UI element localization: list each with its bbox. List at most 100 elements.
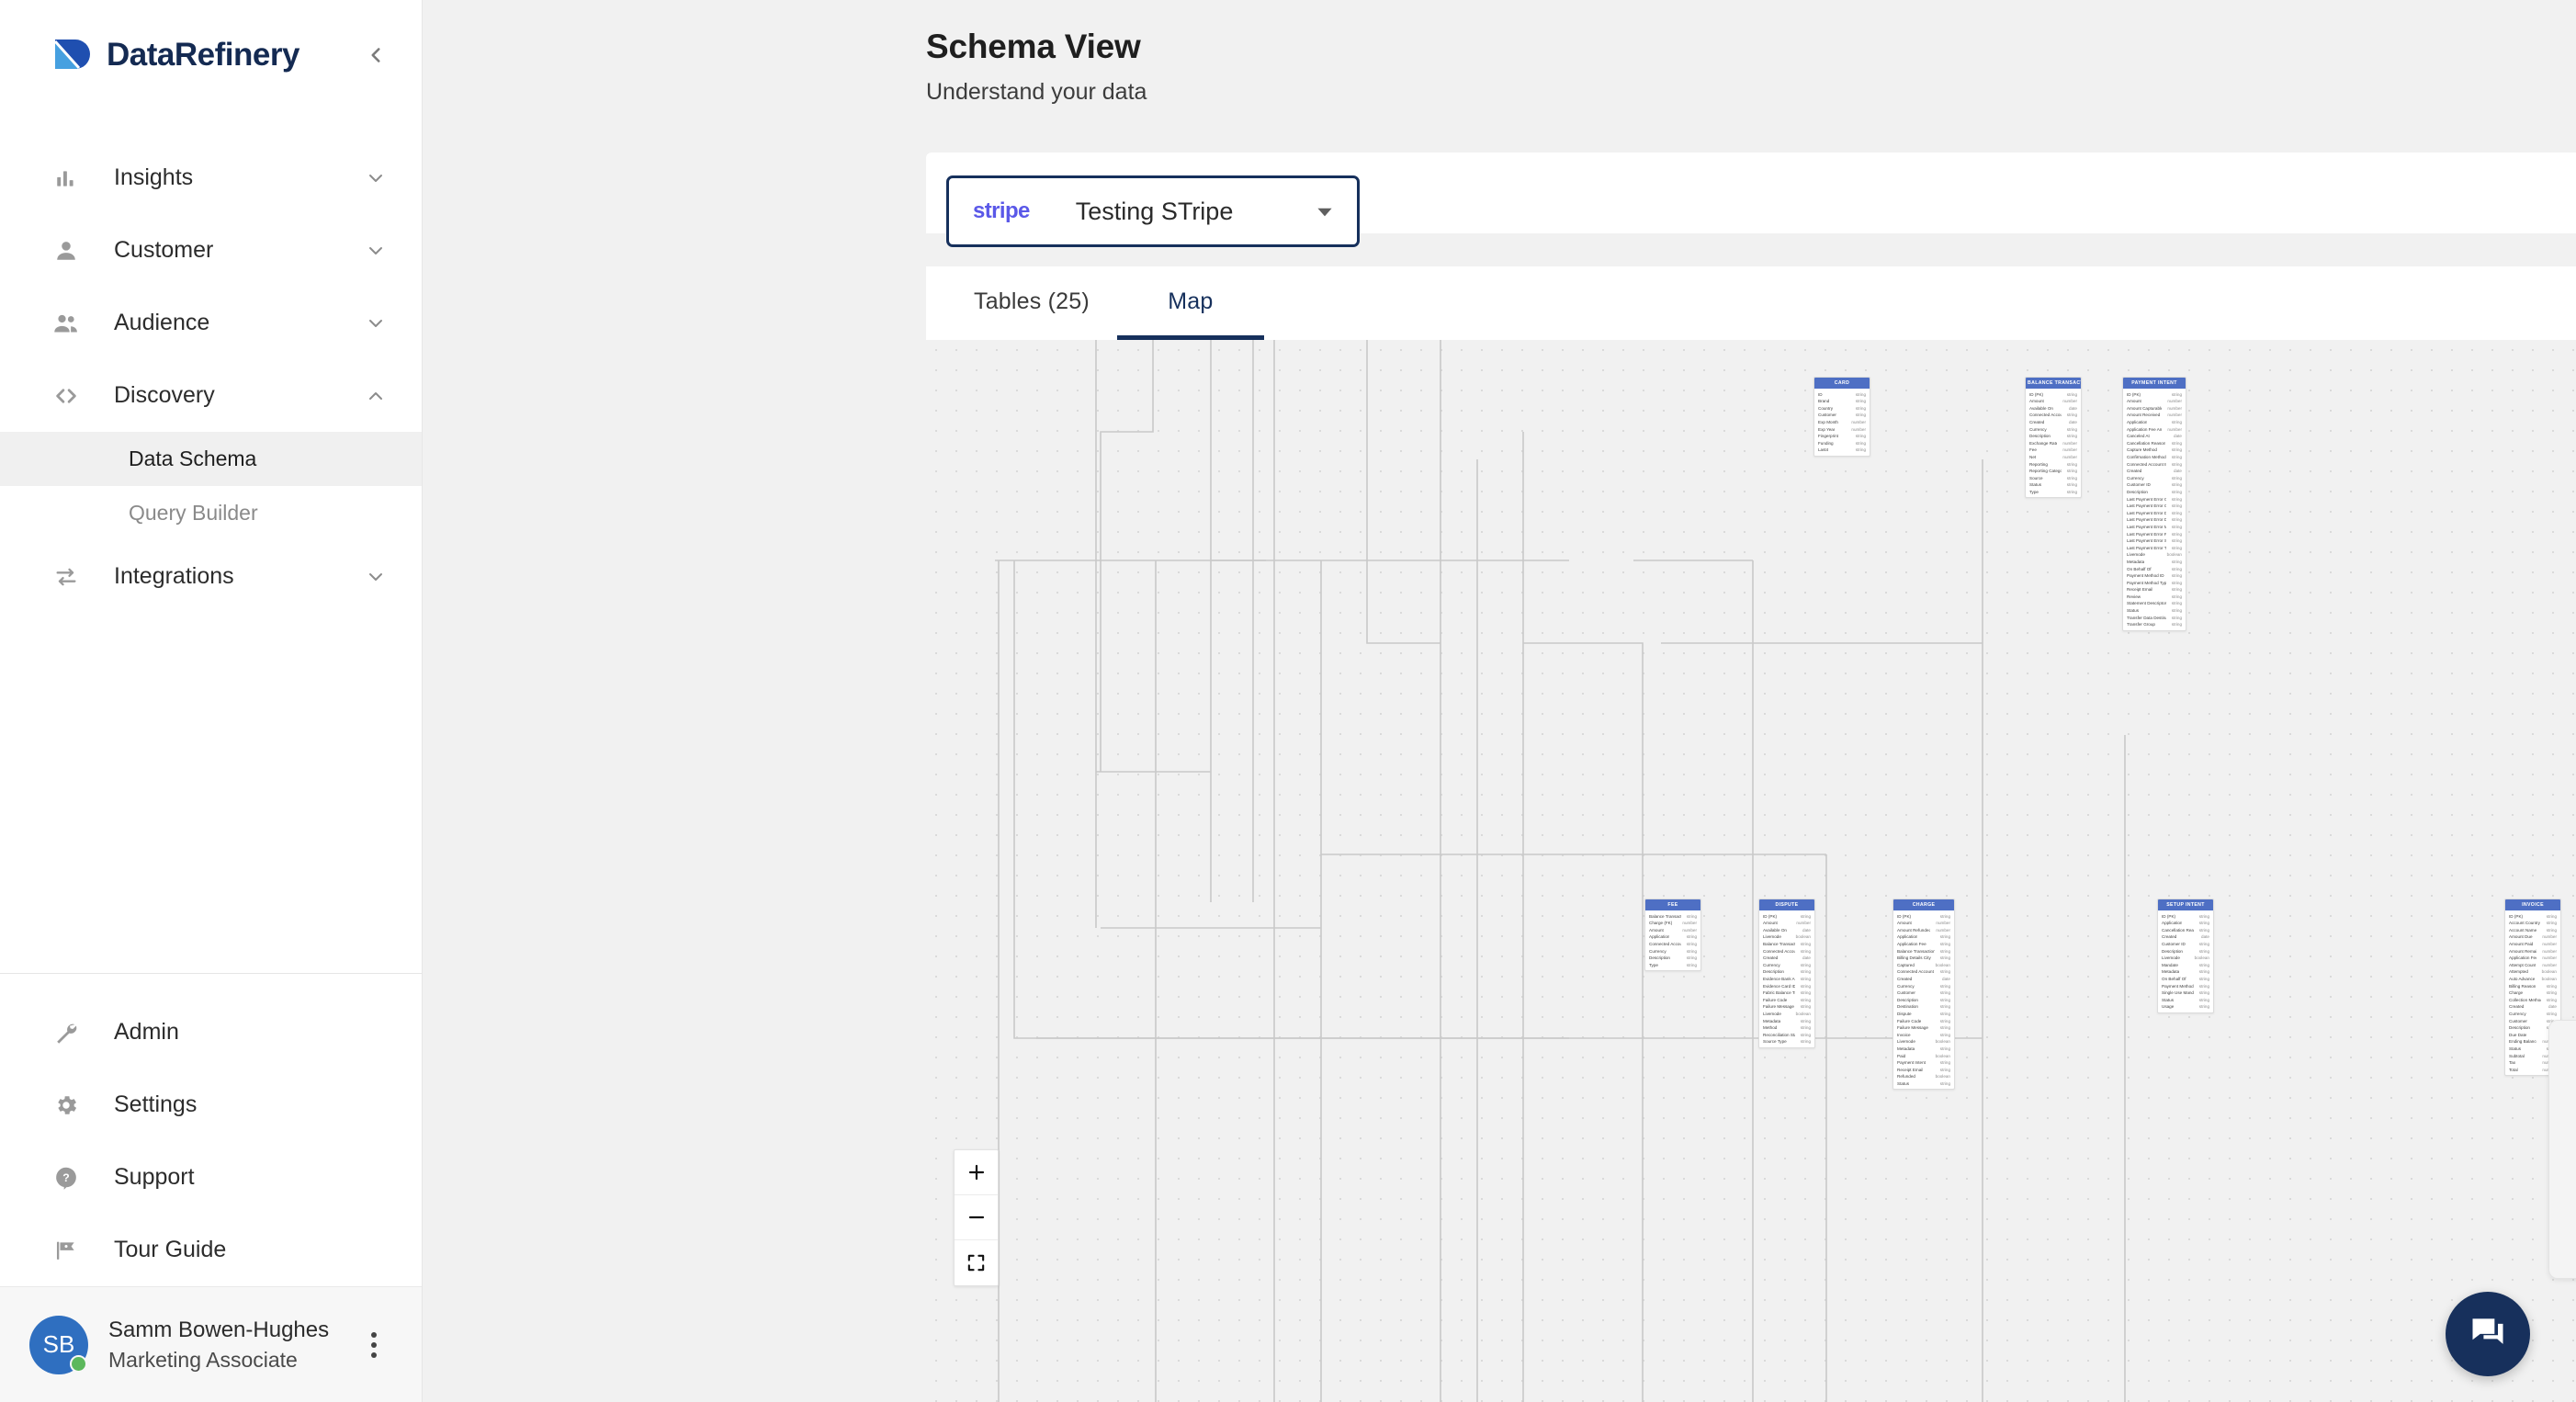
- sidebar-item-query-builder[interactable]: Query Builder: [0, 486, 422, 540]
- schema-field-type: string: [1800, 1032, 1811, 1037]
- sidebar-item-audience[interactable]: Audience: [0, 287, 422, 359]
- schema-field-name: Source Type: [1763, 1039, 1787, 1045]
- flag-icon: [48, 1232, 85, 1269]
- data-source-select[interactable]: stripe Testing STripe: [946, 175, 1360, 247]
- schema-field-type: string: [1800, 997, 1811, 1002]
- schema-field-row: Status string: [1893, 1080, 1954, 1088]
- sidebar-item-customer[interactable]: Customer: [0, 214, 422, 287]
- kebab-menu-icon[interactable]: [357, 1324, 390, 1366]
- schema-field-name: Last Payment Error Charge: [2127, 496, 2166, 502]
- schema-flow-canvas[interactable]: CUSTOMERIDstringBalancenumberAddress Cit…: [926, 340, 2576, 1402]
- zoom-out-button[interactable]: [955, 1195, 998, 1240]
- schema-field-type: number: [2062, 440, 2077, 446]
- user-profile-row[interactable]: SB Samm Bowen-Hughes Marketing Associate: [0, 1286, 422, 1402]
- schema-field-name: Created: [1763, 955, 1779, 961]
- fit-view-button[interactable]: [955, 1240, 998, 1285]
- schema-field-type: string: [1939, 1067, 1950, 1072]
- schema-field-row: Currency string: [1759, 962, 1814, 969]
- schema-field-row: Last Payment Error Doc URL string: [2123, 516, 2186, 524]
- sidebar-item-integrations[interactable]: Integrations: [0, 540, 422, 613]
- schema-field-name: Status: [1897, 1080, 1910, 1086]
- online-status-dot: [70, 1354, 87, 1373]
- schema-field-name: Net: [2029, 455, 2037, 460]
- schema-field-type: boolean: [1935, 1074, 1950, 1080]
- caret-down-icon[interactable]: [1313, 199, 1337, 223]
- schema-field-name: Amount Remaining: [2509, 948, 2536, 954]
- schema-field-type: string: [2171, 503, 2182, 509]
- schema-field-name: Type: [1649, 962, 1658, 967]
- sidebar-item-support[interactable]: ? Support: [0, 1141, 422, 1214]
- svg-text:?: ?: [62, 1170, 69, 1183]
- avatar-initials: SB: [42, 1330, 75, 1358]
- schema-field-row: Failure Code string: [1759, 997, 1814, 1004]
- chevron-down-icon[interactable]: [365, 312, 387, 334]
- chevron-down-icon[interactable]: [365, 167, 387, 189]
- schema-field-name: Billing Details City: [1897, 955, 1931, 961]
- flow-minimap[interactable]: [2548, 1020, 2576, 1279]
- chat-bubbles-icon: [2468, 1312, 2508, 1357]
- sidebar-item-admin[interactable]: Admin: [0, 996, 422, 1068]
- chevron-down-icon[interactable]: [365, 566, 387, 588]
- schema-field-name: Description: [1763, 969, 1784, 975]
- schema-field-row: Evidence Card ID string: [1759, 982, 1814, 989]
- zoom-in-button[interactable]: [955, 1150, 998, 1195]
- schema-field-name: Transfer Group: [2127, 622, 2155, 628]
- schema-field-type: date: [2174, 434, 2182, 439]
- schema-table-node[interactable]: CARD ID string Brand string Country string Cust…: [1813, 377, 1870, 457]
- schema-field-row: Created date: [1893, 976, 1954, 983]
- schema-field-type: number: [2167, 405, 2182, 411]
- schema-table-node[interactable]: FEEBalance Transaction ID (FK)stringChar…: [1644, 899, 1701, 972]
- schema-field-row: Captured boolean: [1893, 962, 1954, 969]
- schema-field-name: Status: [2162, 997, 2175, 1002]
- schema-field-name: Fingerprint: [1818, 434, 1838, 439]
- schema-field-list: ID string Brand string Country string Customer…: [1814, 389, 1870, 455]
- schema-field-type: boolean: [1935, 1039, 1950, 1045]
- schema-field-type: number: [2167, 426, 2182, 432]
- sidebar-item-settings[interactable]: Settings: [0, 1068, 422, 1141]
- schema-field-row: Country string: [1814, 405, 1870, 413]
- chevron-down-icon[interactable]: [365, 240, 387, 262]
- schema-table-node[interactable]: PAYMENT INTENT ID (PK) string Amount number A…: [2122, 377, 2186, 631]
- schema-table-node[interactable]: CHARGE ID (PK) string Amount number Amount Re…: [1892, 899, 1955, 1091]
- schema-field-row: Attempted boolean: [2505, 968, 2560, 976]
- sidebar-item-discovery[interactable]: Discovery: [0, 359, 422, 432]
- schema-field-name: Customer: [1818, 413, 1836, 418]
- sidebar-item-insights[interactable]: Insights: [0, 141, 422, 214]
- schema-table-title: FEE: [1645, 899, 1700, 911]
- schema-field-name: Paid: [1897, 1053, 1906, 1058]
- schema-table-node[interactable]: SETUP INTENT ID (PK) string Application stri…: [2157, 899, 2214, 1013]
- sidebar-item-tour-guide[interactable]: Tour Guide: [0, 1214, 422, 1286]
- schema-field-row: Charge (FK) number: [1645, 920, 1700, 927]
- schema-field-type: string: [2066, 461, 2077, 467]
- schema-field-type: string: [1855, 391, 1866, 397]
- sidebar-collapse-icon[interactable]: [357, 37, 394, 73]
- schema-table-node[interactable]: BALANCE TRANSACTIONID (PK) string Amount nu…: [2025, 377, 2082, 499]
- schema-table-node[interactable]: DISPUTE ID (PK) string Amount number Availabl…: [1758, 899, 1815, 1048]
- schema-field-type: boolean: [1795, 1011, 1811, 1016]
- schema-field-row: Balance Transaction ID (FK) string: [1645, 912, 1700, 920]
- sidebar-item-label: Audience: [114, 310, 210, 335]
- chevron-up-icon[interactable]: [365, 385, 387, 407]
- schema-field-name: On Behalf Of: [2127, 566, 2152, 571]
- schema-field-type: string: [2198, 927, 2209, 933]
- schema-field-type: string: [1939, 1080, 1950, 1086]
- chat-support-button[interactable]: [2446, 1292, 2530, 1376]
- schema-field-name: Charge (FK): [1649, 921, 1673, 926]
- schema-field-row: ID (PK) string: [1759, 912, 1814, 920]
- tab-tables[interactable]: Tables (25): [946, 268, 1117, 340]
- sidebar-item-data-schema[interactable]: Data Schema: [0, 432, 422, 486]
- schema-field-name: Refunded: [1897, 1074, 1915, 1080]
- tab-map[interactable]: Map: [1116, 268, 1264, 340]
- schema-field-name: Livemode: [2127, 552, 2145, 558]
- schema-field-row: Application string: [2158, 920, 2213, 927]
- schema-field-name: Payment Method ID: [2162, 983, 2194, 989]
- schema-field-type: string: [2171, 587, 2182, 593]
- schema-field-row: Created date: [2505, 1003, 2560, 1011]
- schema-field-type: string: [2066, 426, 2077, 432]
- schema-field-type: string: [2171, 391, 2182, 397]
- schema-field-type: number: [2542, 934, 2557, 940]
- schema-table-title: CARD: [1814, 378, 1870, 390]
- sidebar-item-label: Settings: [114, 1091, 198, 1117]
- schema-field-name: Amount Paid: [2509, 942, 2534, 947]
- schema-field-type: string: [1686, 913, 1697, 919]
